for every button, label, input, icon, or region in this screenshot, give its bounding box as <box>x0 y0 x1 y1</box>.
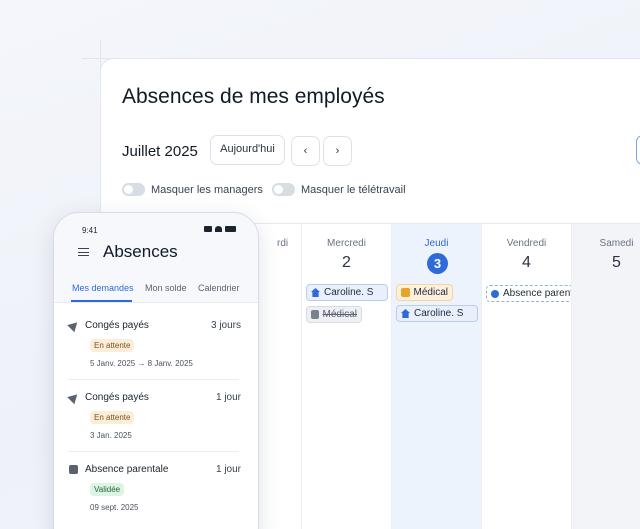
divider <box>54 302 258 303</box>
event-chip[interactable]: Médical <box>396 284 453 301</box>
list-item[interactable]: Absence parentale 1 jour Validée 09 sept… <box>68 464 241 524</box>
today-button[interactable]: Aujourd'hui <box>210 135 285 165</box>
day-column-friday[interactable]: Vendredi 4 Absence parental <box>481 224 640 529</box>
hide-remote-toggle[interactable]: Masquer le télétravail <box>272 183 406 196</box>
status-icons <box>204 226 236 232</box>
menu-icon[interactable] <box>78 248 89 256</box>
day-column-thursday[interactable]: Jeudi 3 Médical Caroline. S <box>391 224 481 529</box>
toggle-label: Masquer les managers <box>151 183 263 196</box>
current-month: Juillet 2025 <box>122 143 198 160</box>
view-button[interactable] <box>636 135 640 165</box>
status-badge: En attente <box>90 339 135 352</box>
request-type: Congés payés <box>85 392 149 403</box>
event-label: Absence parental <box>503 288 581 299</box>
day-number-today: 3 <box>427 253 448 274</box>
day-name: Jeudi <box>424 238 449 249</box>
day-number: 4 <box>522 254 531 271</box>
home-icon <box>311 288 320 297</box>
request-duration: 1 jour <box>215 464 241 475</box>
wifi-icon <box>215 226 222 232</box>
day-number: 2 <box>342 254 351 271</box>
day-name: Vendredi <box>506 238 547 249</box>
request-type: Congés payés <box>85 320 149 331</box>
day-name: Samedi <box>599 238 634 249</box>
medical-icon <box>401 288 410 297</box>
phone-mockup: 9:41 Absences Mes demandes Mon solde Cal… <box>53 212 259 529</box>
request-duration: 1 jour <box>215 392 241 403</box>
plane-icon <box>67 318 81 333</box>
status-time: 9:41 <box>82 226 98 235</box>
plane-icon <box>67 390 81 405</box>
event-chip[interactable]: Médical <box>306 306 362 323</box>
event-chip[interactable]: Caroline. S <box>306 284 388 301</box>
tab-mes-demandes[interactable]: Mes demandes <box>72 283 134 293</box>
list-item[interactable]: Congés payés 1 jour En attente 3 Jan. 20… <box>67 390 241 452</box>
request-dates: 5 Janv. 2025 → 8 Janv. 2025 <box>90 359 193 368</box>
event-chip[interactable]: Caroline. S <box>396 305 478 322</box>
family-icon <box>69 465 78 474</box>
hide-managers-toggle[interactable]: Masquer les managers <box>122 183 263 196</box>
chevron-right-icon: › <box>335 145 340 157</box>
request-dates: 3 Jan. 2025 <box>90 431 132 440</box>
event-label: Caroline. S <box>324 287 374 298</box>
status-badge: Validée <box>90 483 125 496</box>
next-button[interactable]: › <box>323 136 352 166</box>
previous-button[interactable]: ‹ <box>291 136 320 166</box>
day-name: Mercredi <box>327 238 366 249</box>
medical-icon <box>311 310 319 319</box>
family-icon <box>491 289 499 298</box>
event-label: Médical <box>413 287 448 298</box>
event-label: Médical <box>322 309 357 320</box>
chevron-left-icon: ‹ <box>303 145 308 157</box>
toggle-label: Masquer le télétravail <box>301 183 406 196</box>
phone-title: Absences <box>103 242 178 261</box>
day-number: 5 <box>612 254 621 271</box>
status-badge: En attente <box>90 411 135 424</box>
tab-calendrier[interactable]: Calendrier <box>198 283 240 293</box>
battery-icon <box>225 226 236 232</box>
toggle-switch[interactable] <box>272 183 295 196</box>
list-item[interactable]: Congés payés 3 jours En attente 5 Janv. … <box>67 318 241 380</box>
request-dates: 09 sept. 2025 <box>90 503 139 512</box>
event-label: Caroline. S <box>414 308 464 319</box>
tab-mon-solde[interactable]: Mon solde <box>145 283 187 293</box>
toggle-switch[interactable] <box>122 183 145 196</box>
day-column-wednesday[interactable]: Mercredi 2 Caroline. S Médical <box>301 224 391 529</box>
request-type: Absence parentale <box>85 464 169 475</box>
request-duration: 3 jours <box>210 320 241 331</box>
day-column-saturday[interactable]: Samedi 5 <box>571 224 640 529</box>
page-title: Absences de mes employés <box>122 85 385 108</box>
signal-icon <box>204 226 212 232</box>
home-icon <box>401 309 410 318</box>
